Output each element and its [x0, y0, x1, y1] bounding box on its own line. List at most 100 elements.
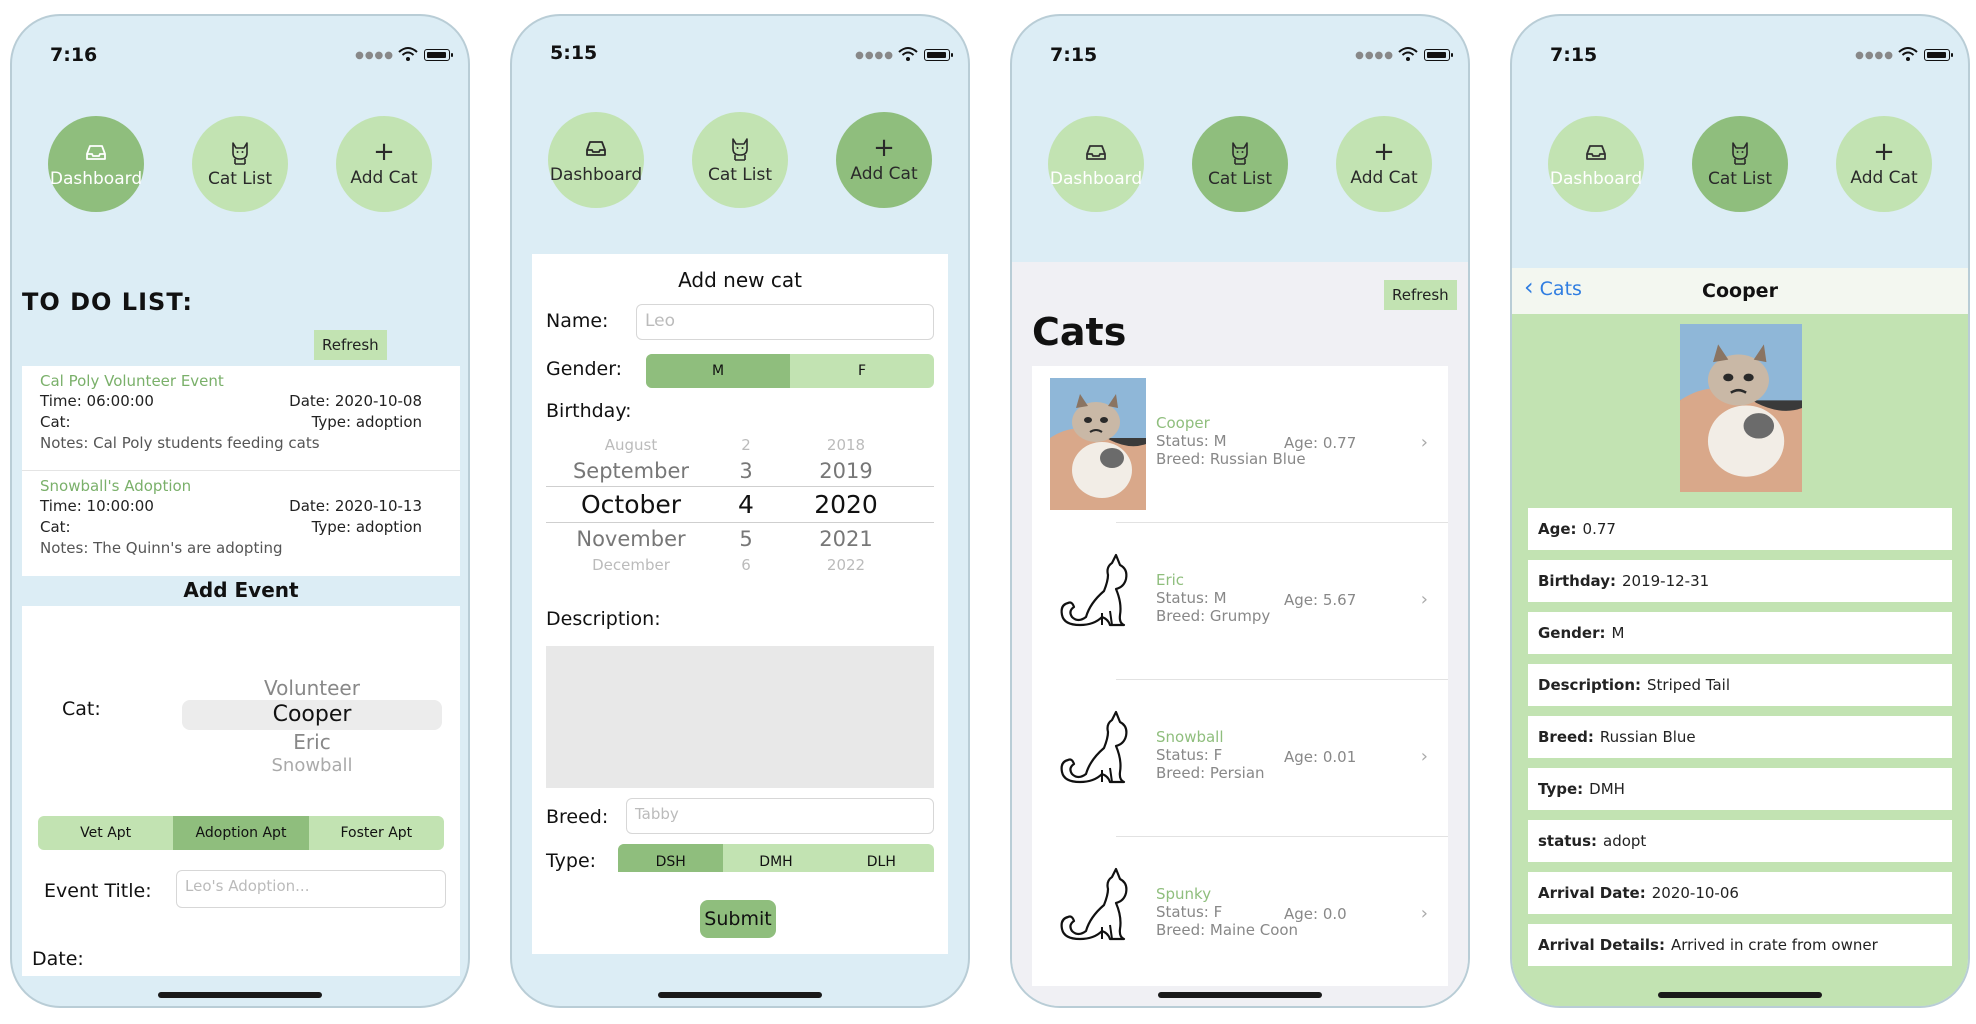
event-type: Type: adoption: [311, 518, 422, 536]
nav-dashboard-button[interactable]: Dashboard: [1048, 116, 1144, 212]
detail-value: 2020-10-06: [1651, 884, 1739, 902]
wheel-option[interactable]: 3: [716, 454, 776, 488]
nav-add-cat-button[interactable]: + Add Cat: [1836, 116, 1932, 212]
nav-add-cat-label: Add Cat: [350, 168, 418, 188]
nav-cat-list-button[interactable]: Cat List: [192, 116, 288, 212]
home-indicator[interactable]: [658, 992, 822, 998]
segment-adoption-apt[interactable]: Adoption Apt: [173, 816, 309, 850]
detail-value: 2019-12-31: [1622, 572, 1710, 590]
event-item[interactable]: Cal Poly Volunteer Event Time: 06:00:00 D…: [22, 366, 460, 470]
nav-add-cat-button[interactable]: + Add Cat: [836, 112, 932, 208]
submit-button[interactable]: Submit: [700, 900, 776, 938]
wheel-option[interactable]: 2021: [786, 522, 906, 556]
nav-dashboard-button[interactable]: Dashboard: [1548, 116, 1644, 212]
plus-icon: +: [1373, 137, 1395, 167]
cat-row[interactable]: Eric Status: M Age: 5.67 Breed: Grumpy ›: [1032, 523, 1448, 680]
breed-input[interactable]: Tabby: [626, 798, 934, 834]
name-label: Name:: [546, 310, 609, 332]
detail-label: Description:: [1538, 676, 1642, 694]
picker-option[interactable]: Snowball: [182, 754, 442, 778]
event-list[interactable]: Cal Poly Volunteer Event Time: 06:00:00 D…: [22, 366, 460, 576]
cat-icon: [727, 135, 753, 161]
cat-picker[interactable]: Volunteer Cooper Eric Snowball: [182, 676, 442, 778]
cat-silhouette-icon: [1050, 867, 1146, 947]
cat-silhouette-icon: [1050, 710, 1146, 790]
segment-male[interactable]: M: [646, 354, 790, 388]
gender-segmented[interactable]: M F: [646, 354, 934, 388]
picker-option-selected[interactable]: Cooper: [182, 700, 442, 730]
month-wheel[interactable]: August September October November Decemb…: [546, 436, 716, 574]
nav-cat-list-button[interactable]: Cat List: [1692, 116, 1788, 212]
cat-icon: [227, 139, 253, 165]
home-indicator[interactable]: [1658, 992, 1822, 998]
wheel-option-selected[interactable]: 2020: [786, 488, 906, 522]
event-notes: Notes: The Quinn's are adopting: [40, 539, 283, 557]
wheel-option[interactable]: November: [546, 522, 716, 556]
cat-list[interactable]: Cooper Status: M Age: 0.77 Breed: Russia…: [1032, 366, 1448, 986]
picker-option[interactable]: Volunteer: [182, 676, 442, 700]
type-segmented[interactable]: DSH DMH DLH: [618, 844, 934, 872]
nav-add-cat-button[interactable]: + Add Cat: [336, 116, 432, 212]
wheel-option[interactable]: September: [546, 454, 716, 488]
segment-dsh[interactable]: DSH: [618, 844, 724, 872]
description-input[interactable]: [546, 646, 934, 788]
event-title: Cal Poly Volunteer Event: [40, 372, 224, 390]
home-indicator[interactable]: [158, 992, 322, 998]
phone-cat-list: 7:15 ●●●● Dashboard Cat List + Add Cat R…: [1010, 14, 1470, 1008]
detail-row-arrival-details: Arrival Details: Arrived in crate from ow…: [1528, 924, 1952, 966]
wheel-option-selected[interactable]: October: [546, 488, 716, 522]
event-item[interactable]: Snowball's Adoption Time: 10:00:00 Date: …: [22, 470, 460, 574]
cat-age: Age: 5.67: [1284, 591, 1357, 609]
nav-add-cat-button[interactable]: + Add Cat: [1336, 116, 1432, 212]
detail-value: DMH: [1589, 780, 1625, 798]
wheel-option[interactable]: 2: [716, 436, 776, 454]
status-time: 7:15: [1050, 44, 1098, 66]
event-cat: Cat:: [40, 518, 71, 536]
status-time: 5:15: [550, 42, 598, 64]
segment-vet-apt[interactable]: Vet Apt: [38, 816, 173, 850]
cat-silhouette-icon: [1050, 553, 1146, 633]
picker-option[interactable]: Eric: [182, 730, 442, 754]
name-input[interactable]: Leo: [636, 304, 934, 340]
refresh-button[interactable]: Refresh: [314, 330, 387, 360]
cat-label: Cat:: [62, 698, 101, 720]
wheel-option[interactable]: August: [546, 436, 716, 454]
segment-dmh[interactable]: DMH: [723, 844, 828, 872]
nav-cat-list-button[interactable]: Cat List: [692, 112, 788, 208]
home-indicator[interactable]: [1158, 992, 1322, 998]
segment-foster-apt[interactable]: Foster Apt: [309, 816, 444, 850]
inbox-icon: [583, 135, 609, 161]
type-label: Type:: [546, 850, 597, 872]
wheel-option-selected[interactable]: 4: [716, 488, 776, 522]
year-wheel[interactable]: 2018 2019 2020 2021 2022: [786, 436, 906, 574]
wheel-option[interactable]: 2022: [786, 556, 906, 574]
segment-female[interactable]: F: [790, 354, 934, 388]
nav-add-cat-label: Add Cat: [850, 164, 918, 184]
wheel-option[interactable]: 2019: [786, 454, 906, 488]
nav-dashboard-button[interactable]: Dashboard: [548, 112, 644, 208]
nav-cat-list-button[interactable]: Cat List: [1192, 116, 1288, 212]
cat-breed: Breed: Grumpy: [1156, 607, 1271, 625]
event-time: Time: 10:00:00: [40, 497, 154, 515]
nav-dashboard-button[interactable]: Dashboard: [48, 116, 144, 212]
wheel-option[interactable]: 5: [716, 522, 776, 556]
cat-name: Snowball: [1156, 728, 1224, 746]
wheel-option[interactable]: 6: [716, 556, 776, 574]
cat-row[interactable]: Spunky Status: F Age: 0.0 Breed: Maine C…: [1032, 837, 1448, 994]
wheel-option[interactable]: December: [546, 556, 716, 574]
event-notes: Notes: Cal Poly students feeding cats: [40, 434, 320, 452]
segment-dlh[interactable]: DLH: [829, 844, 934, 872]
cat-row[interactable]: Snowball Status: F Age: 0.01 Breed: Pers…: [1032, 680, 1448, 837]
event-title-input[interactable]: Leo's Adoption...: [176, 870, 446, 908]
todo-title: TO DO LIST:: [22, 288, 193, 316]
cat-age: Age: 0.77: [1284, 434, 1357, 452]
refresh-button[interactable]: Refresh: [1384, 280, 1457, 310]
detail-row-birthday: Birthday: 2019-12-31: [1528, 560, 1952, 602]
wifi-icon: [898, 46, 918, 62]
event-type-segmented[interactable]: Vet Apt Adoption Apt Foster Apt: [38, 816, 444, 850]
cat-row[interactable]: Cooper Status: M Age: 0.77 Breed: Russia…: [1032, 366, 1448, 523]
birthday-date-picker[interactable]: August September October November Decemb…: [546, 436, 934, 576]
day-wheel[interactable]: 2 3 4 5 6: [716, 436, 776, 574]
battery-icon: [924, 49, 953, 61]
wheel-option[interactable]: 2018: [786, 436, 906, 454]
